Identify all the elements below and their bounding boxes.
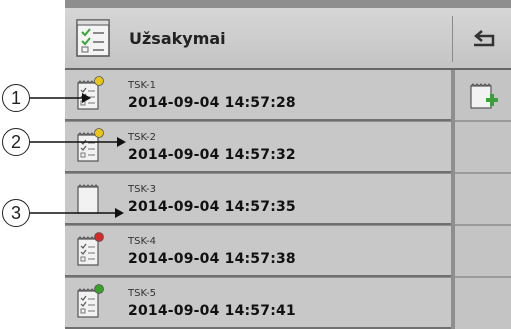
status-dot [94, 76, 104, 86]
page-title: Užsakymai [129, 29, 226, 48]
task-row-2[interactable]: TSK-2 2014-09-04 14:57:32 [65, 122, 451, 173]
header-divider [452, 16, 453, 62]
task-date: 2014-09-04 14:57:32 [128, 147, 296, 163]
task-row-5[interactable]: TSK-5 2014-09-04 14:57:41 [65, 278, 451, 329]
task-name: TSK-5 [128, 288, 156, 299]
task-name: TSK-1 [128, 80, 156, 91]
callout-3: 3 [2, 199, 30, 227]
task-name: TSK-4 [128, 236, 156, 247]
task-row-4[interactable]: TSK-4 2014-09-04 14:57:38 [65, 226, 451, 277]
back-button[interactable] [462, 16, 506, 62]
callout-2: 2 [2, 128, 30, 156]
side-slot [455, 226, 511, 278]
side-slot [455, 174, 511, 226]
task-name: TSK-3 [128, 184, 156, 195]
task-document-icon [75, 127, 105, 165]
task-date: 2014-09-04 14:57:38 [128, 251, 296, 267]
task-name: TSK-2 [128, 132, 156, 143]
task-document-icon [75, 75, 105, 113]
task-document-icon [75, 231, 105, 269]
task-row-1[interactable]: TSK-1 2014-09-04 14:57:28 [65, 70, 451, 121]
task-list-icon [73, 18, 113, 58]
task-document-icon [75, 283, 105, 321]
status-dot [94, 232, 104, 242]
side-slot [455, 278, 511, 329]
task-date: 2014-09-04 14:57:28 [128, 95, 296, 111]
side-slot [455, 122, 511, 174]
task-screen: Užsakymai TSK-1 2014-09-04 14:57:28 TSK-… [65, 0, 511, 329]
header-bar: Užsakymai [65, 8, 511, 70]
task-row-3[interactable]: TSK-3 2014-09-04 14:57:35 [65, 174, 451, 225]
status-dot [94, 128, 104, 138]
status-dot [94, 284, 104, 294]
new-task-icon [470, 83, 498, 109]
task-date: 2014-09-04 14:57:35 [128, 199, 296, 215]
task-date: 2014-09-04 14:57:41 [128, 303, 296, 319]
callout-1: 1 [2, 84, 30, 112]
add-task-button[interactable] [455, 70, 511, 122]
return-arrow-icon [474, 30, 495, 47]
side-panel [455, 70, 511, 329]
task-list: TSK-1 2014-09-04 14:57:28 TSK-2 2014-09- [65, 70, 451, 329]
task-document-icon [75, 179, 105, 217]
